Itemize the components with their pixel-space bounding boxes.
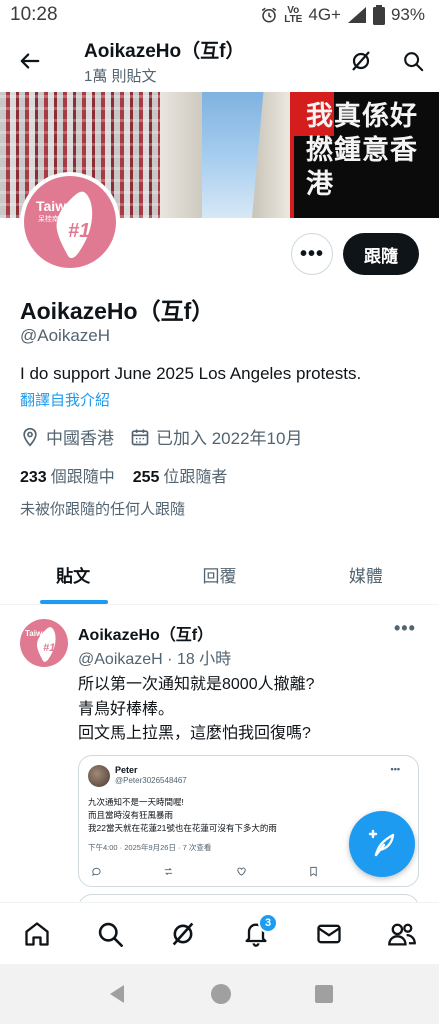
profile-bio: I do support June 2025 Los Angeles prote…	[20, 364, 362, 383]
avatar-image: Taiwa 呆桂南波萬 #1	[24, 176, 116, 268]
post-meta: @AoikazeH · 18 小時	[78, 651, 232, 668]
status-time: 10:28	[10, 4, 58, 25]
signal-icon	[347, 7, 366, 23]
nav-home[interactable]	[12, 909, 62, 959]
quote-actions	[91, 866, 391, 877]
people-icon	[388, 923, 417, 946]
network-type: 4G+	[308, 5, 341, 24]
compose-post-button[interactable]	[349, 811, 415, 877]
nav-communities[interactable]	[377, 909, 427, 959]
joined-text: 已加入 2022年10月	[156, 429, 303, 448]
header-name: AoikazeHo（互f）	[84, 41, 245, 62]
tab-media[interactable]: 媒體	[293, 545, 439, 604]
repost-icon	[165, 867, 173, 876]
translate-bio-link[interactable]: 翻譯自我介紹	[20, 389, 110, 410]
nav-grok[interactable]	[158, 909, 208, 959]
more-options-button[interactable]: •••	[291, 233, 333, 275]
profile-header: AoikazeHo（互f） 1萬 則貼文	[0, 30, 439, 92]
post-text-line: 青鳥好棒棒。	[78, 701, 175, 718]
post-author-name[interactable]: AoikazeHo（互f）	[78, 621, 213, 645]
nav-messages[interactable]	[304, 909, 354, 959]
quote-text-line: 而且當時沒有狂風暴雨	[88, 810, 174, 820]
tab-media-label: 媒體	[348, 567, 383, 586]
banner-slogan-image: 我真係好撚鍾意香港	[290, 92, 439, 218]
home-icon	[24, 921, 49, 946]
post-text-line: 所以第一次通知就是8000人撤離?	[78, 676, 315, 693]
followers-count: 255	[132, 469, 160, 486]
search-button[interactable]	[387, 30, 439, 92]
avatar-badge-text: #1	[68, 220, 91, 242]
profile-tabs: 貼文 回覆 媒體	[0, 545, 439, 605]
quote-author-name: Peter	[115, 765, 138, 775]
location-pin-icon	[23, 427, 37, 447]
quote-author-handle: @Peter3026548467	[115, 776, 187, 785]
battery-level: 93%	[390, 5, 425, 24]
avatar-title: Taiwa	[36, 198, 74, 214]
quote-timestamp: 下午4:00 · 2025年9月26日 · 7 次查看	[88, 843, 212, 852]
grok-icon	[352, 51, 370, 71]
banner-sky-photo	[160, 92, 290, 218]
tab-posts[interactable]: 貼文	[0, 545, 146, 604]
post-more-button[interactable]: •••	[394, 618, 416, 639]
quote-avatar	[88, 765, 110, 787]
volte-icon: Vo LTE	[284, 5, 303, 25]
bookmark-icon	[310, 866, 317, 877]
grok-button[interactable]	[335, 30, 387, 92]
status-bar: 10:28 Vo LTE 4G+ 93%	[0, 0, 439, 30]
status-icons: Vo LTE 4G+ 93%	[260, 5, 425, 25]
nav-notifications[interactable]: 3	[231, 909, 281, 959]
system-navigation-bar	[0, 964, 439, 1024]
tab-posts-label: 貼文	[56, 567, 91, 586]
back-button[interactable]	[0, 30, 60, 92]
search-icon	[404, 52, 424, 72]
mail-icon	[317, 924, 341, 943]
arrow-left-icon	[20, 53, 40, 69]
bottom-nav: 3	[0, 902, 439, 964]
banner-slogan: 我真係好撚鍾意香港	[306, 101, 418, 200]
profile-avatar[interactable]: Taiwa 呆桂南波萬 #1	[20, 172, 120, 272]
header-titles: AoikazeHo（互f） 1萬 則貼文	[60, 36, 335, 86]
quote-more-icon: •••	[390, 764, 400, 774]
following-link[interactable]: 233 個跟隨中	[20, 463, 115, 487]
profile-meta: 中國香港 已加入 2022年10月	[20, 424, 318, 449]
profile-handle: @AoikazeH	[20, 326, 111, 345]
battery-icon	[372, 5, 385, 25]
system-recents-icon[interactable]	[314, 984, 334, 1004]
profile-location: 中國香港	[20, 424, 114, 449]
follow-button[interactable]: 跟隨	[343, 233, 419, 275]
post-avatar-badge: #1	[43, 642, 56, 654]
search-icon	[98, 922, 123, 947]
grok-icon	[172, 922, 194, 945]
post-avatar-title: Taiwa	[25, 629, 47, 638]
profile-name: AoikazeHo（互f）	[20, 298, 215, 324]
post-text-line: 回文馬上拉黑，這麼怕我回復嗎?	[78, 725, 311, 742]
reply-icon	[92, 867, 101, 877]
followed-by-text: 未被你跟隨的任何人跟隨	[20, 501, 186, 518]
profile-joined: 已加入 2022年10月	[130, 424, 302, 449]
tab-replies[interactable]: 回覆	[146, 545, 292, 604]
followers-link[interactable]: 255 位跟隨者	[133, 463, 228, 487]
system-back-icon[interactable]	[106, 983, 128, 1005]
profile-stats: 233 個跟隨中 255 位跟隨者	[20, 463, 227, 487]
location-text: 中國香港	[46, 429, 114, 448]
alarm-icon	[262, 7, 277, 23]
followers-label: 位跟隨者	[163, 469, 228, 486]
tab-active-indicator	[40, 600, 108, 604]
quote-text-line: 我22當天就在花蓮21號也在花蓮可沒有下多大的雨	[88, 823, 277, 833]
post-avatar[interactable]: Taiwa #1	[20, 619, 68, 667]
system-home-icon[interactable]	[210, 983, 232, 1005]
calendar-icon	[131, 429, 149, 445]
header-post-count: 1萬 則貼文	[84, 68, 157, 85]
nav-search[interactable]	[85, 909, 135, 959]
following-label: 個跟隨中	[50, 469, 115, 486]
notification-badge: 3	[258, 912, 279, 933]
feather-plus-icon	[368, 829, 395, 857]
quote-text-line: 九次通知不是一天時間喔!	[88, 797, 184, 807]
tab-replies-label: 回覆	[202, 567, 237, 586]
following-count: 233	[20, 469, 47, 486]
like-icon	[236, 867, 246, 876]
